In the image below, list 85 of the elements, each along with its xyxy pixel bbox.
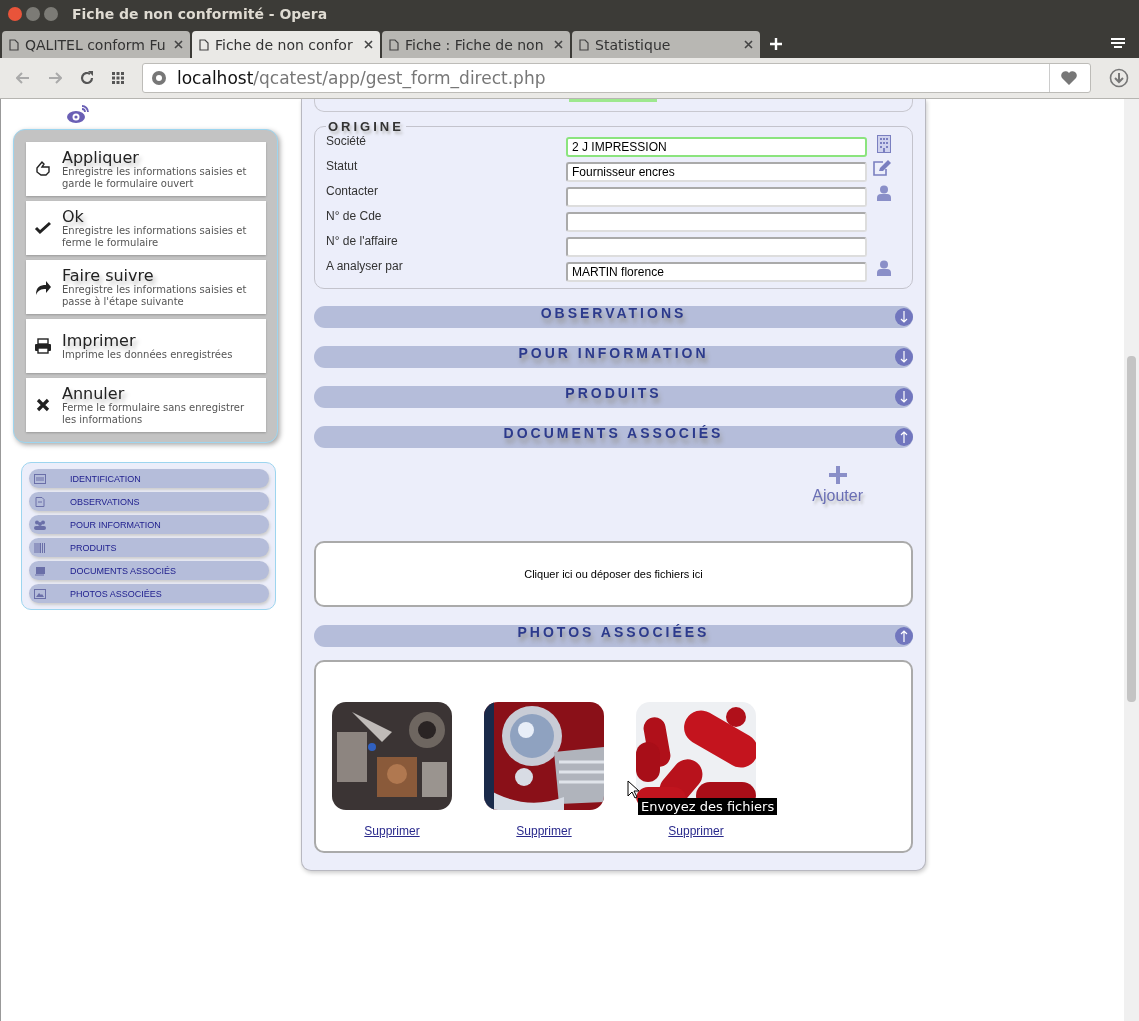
nav-item[interactable]: IDENTIFICATION	[29, 469, 269, 488]
collapse-icon[interactable]	[895, 627, 913, 645]
card-icon	[34, 473, 46, 484]
plus-icon	[828, 466, 847, 484]
grid-icon[interactable]	[112, 72, 124, 84]
nav-item[interactable]: DOCUMENTS ASSOCIÉS	[29, 561, 269, 580]
nav-item[interactable]: PRODUITS	[29, 538, 269, 557]
menu-icon[interactable]	[1111, 37, 1125, 49]
close-icon[interactable]	[174, 40, 183, 49]
action-button[interactable]: Faire suivre Enregistre les informations saisies et passe à l'étape suivante	[26, 260, 266, 314]
section-header[interactable]: PRODUITS	[314, 386, 913, 408]
drop-zone[interactable]: Cliquer ici ou déposer des fichiers ici	[314, 541, 913, 607]
input-field[interactable]	[566, 187, 867, 207]
person-icon[interactable]	[877, 260, 891, 276]
section-header[interactable]: OBSERVATIONS	[314, 306, 913, 328]
forward-icon[interactable]	[48, 72, 62, 84]
page-icon	[389, 38, 399, 51]
add-button[interactable]: Ajouter	[812, 466, 863, 505]
page-icon	[9, 38, 19, 51]
nav-item[interactable]: OBSERVATIONS	[29, 492, 269, 511]
building-icon[interactable]	[877, 135, 891, 153]
section-header[interactable]: PHOTOS ASSOCIÉES	[314, 625, 913, 647]
download-icon[interactable]	[1109, 68, 1129, 88]
close-icon[interactable]	[554, 40, 563, 49]
document-icon	[34, 496, 46, 507]
site-info-icon[interactable]	[151, 70, 167, 86]
expand-icon[interactable]	[895, 348, 913, 366]
hand-icon	[34, 160, 52, 178]
check-icon	[34, 219, 52, 237]
page-icon	[199, 38, 209, 51]
browser-tab[interactable]: QALITEL conform Fu	[2, 31, 190, 58]
close-icon[interactable]	[364, 40, 373, 49]
url-text: localhost/qcatest/app/gest_form_direct.php	[177, 68, 547, 88]
cursor-icon	[627, 780, 639, 799]
field-label: Société	[326, 134, 368, 148]
cross-icon	[34, 396, 52, 414]
browser-tab[interactable]: Fiche de non confor	[192, 31, 380, 58]
logo-icon	[66, 104, 90, 124]
address-bar[interactable]: localhost/qcatest/app/gest_form_direct.php	[142, 63, 1091, 93]
page-icon	[579, 38, 589, 51]
drop-zone-text: Cliquer ici ou déposer des fichiers ici	[524, 568, 703, 580]
field-label: Contacter	[326, 184, 380, 198]
nav-item[interactable]: POUR INFORMATION	[29, 515, 269, 534]
section-header[interactable]: POUR INFORMATION	[314, 346, 913, 368]
reload-icon[interactable]	[80, 71, 94, 85]
heart-icon[interactable]	[1060, 70, 1078, 86]
section-header[interactable]: DOCUMENTS ASSOCIÉS	[314, 426, 913, 448]
browser-tab[interactable]: Statistique	[572, 31, 760, 58]
input-field[interactable]: Fournisseur encres	[566, 162, 867, 182]
close-icon[interactable]	[744, 40, 753, 49]
delete-link[interactable]: Supprimer	[364, 824, 420, 838]
maximize-icon[interactable]	[44, 7, 58, 21]
expand-icon[interactable]	[895, 308, 913, 326]
field-label: N° de l'affaire	[326, 234, 399, 248]
delete-link[interactable]: Supprimer	[516, 824, 572, 838]
field-label: Statut	[326, 159, 359, 173]
fieldset-legend: ORIGINE	[326, 119, 406, 134]
book-icon	[34, 565, 46, 576]
new-tab-icon[interactable]	[770, 38, 782, 50]
field-label: N° de Cde	[326, 209, 383, 223]
input-field[interactable]	[566, 212, 867, 232]
action-button[interactable]: Annuler Ferme le formulaire sans enregistrer les informations	[26, 378, 266, 432]
input-field[interactable]: MARTIN florence	[566, 262, 867, 282]
collapse-icon[interactable]	[895, 428, 913, 446]
image-icon	[34, 588, 46, 599]
back-icon[interactable]	[16, 72, 30, 84]
action-button[interactable]: Ok Enregistre les informations saisies et ferme le formulaire	[26, 201, 266, 255]
action-button[interactable]: Appliquer Enregistre les informations saisies et garde le formulaire ouvert	[26, 142, 266, 196]
nav-item[interactable]: PHOTOS ASSOCIÉES	[29, 584, 269, 603]
browser-tab[interactable]: Fiche : Fiche de non	[382, 31, 570, 58]
edit-icon[interactable]	[872, 160, 891, 176]
action-button[interactable]: Imprimer Imprime les données enregistrées	[26, 319, 266, 373]
input-field[interactable]	[566, 237, 867, 257]
minimize-icon[interactable]	[26, 7, 40, 21]
expand-icon[interactable]	[895, 388, 913, 406]
person-icon[interactable]	[877, 185, 891, 201]
people-icon	[34, 519, 46, 530]
delete-link[interactable]: Supprimer	[668, 824, 724, 838]
field-label: A analyser par	[326, 259, 404, 273]
printer-icon	[34, 337, 52, 355]
input-field[interactable]: 2 J IMPRESSION	[566, 137, 867, 157]
window-title: Fiche de non conformité - Opera	[72, 6, 328, 22]
tooltip: Envoyez des fichiers	[638, 798, 778, 815]
scrollbar[interactable]	[1124, 99, 1139, 1021]
barcode-icon	[34, 542, 46, 553]
